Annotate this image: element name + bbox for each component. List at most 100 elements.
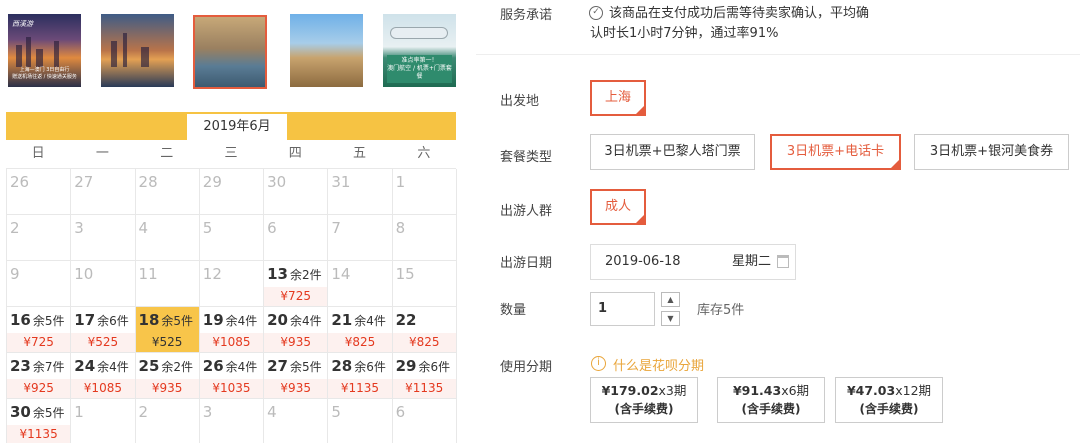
date-picker-field[interactable]: 2019-06-18 星期二 <box>590 244 796 280</box>
calendar-day-selected[interactable]: 18 余5件 ¥525 <box>135 307 200 353</box>
thumbnail-2[interactable] <box>101 14 174 87</box>
day-number: 29 <box>202 173 222 191</box>
calendar-day: 2 <box>136 399 200 443</box>
quantity-input[interactable]: 1 <box>590 292 655 326</box>
thumbnail-brand: 西溪游 <box>12 20 33 28</box>
info-circle-icon: i <box>591 356 606 371</box>
quantity-decrement-button[interactable]: ▼ <box>661 311 680 326</box>
calendar-day[interactable]: 26 余4件 ¥1035 <box>199 353 265 399</box>
day-price: ¥1035 <box>199 379 264 398</box>
thumbnail-promo: 准点率第一！ <box>401 57 438 64</box>
calendar-day[interactable]: 25 余2件 ¥935 <box>135 353 200 399</box>
calendar-day: 11 <box>135 261 200 307</box>
installment-plan-6[interactable]: ¥91.43x6期 (含手续费) <box>717 377 825 423</box>
calendar-day[interactable]: 16 余5件 ¥725 <box>7 307 72 353</box>
date-label: 出游日期 <box>500 256 553 271</box>
day-number: 6 <box>267 219 277 237</box>
calendar-day[interactable]: 17 余6件 ¥525 <box>71 307 136 353</box>
day-price: ¥1085 <box>71 379 135 398</box>
calendar-day[interactable]: 22 ¥825 <box>392 307 457 353</box>
day-number: 2 <box>138 403 149 421</box>
day-price: ¥725 <box>7 333 71 352</box>
calendar-day[interactable]: 27 余5件 ¥935 <box>264 353 329 399</box>
day-number: 27 <box>74 173 94 191</box>
calendar-day[interactable]: 19 余4件 ¥1085 <box>199 307 265 353</box>
calendar-day[interactable]: 30 余5件 ¥1135 <box>7 399 72 443</box>
thumbnail-promo-2: 澳门航空 / 机票+门票套餐 <box>387 65 452 80</box>
calendar-day[interactable]: 29 余6件 ¥1135 <box>392 353 457 399</box>
package-option-3[interactable]: 3日机票+银河美食券 <box>914 134 1069 170</box>
calendar-day[interactable]: 21 余4件 ¥825 <box>328 307 393 353</box>
calendar-day: 10 <box>71 261 136 307</box>
day-price: ¥825 <box>392 333 456 352</box>
calendar-day[interactable]: 24 余4件 ¥1085 <box>71 353 136 399</box>
departure-label: 出发地 <box>500 94 540 109</box>
installment-plan-3[interactable]: ¥179.02x3期 (含手续费) <box>590 377 698 423</box>
quantity-increment-button[interactable]: ▲ <box>661 292 680 307</box>
date-value: 2019-06-18 <box>605 254 681 269</box>
check-circle-icon: ✓ <box>589 6 603 20</box>
day-number: 28 <box>331 357 353 375</box>
day-price: ¥935 <box>264 379 328 398</box>
day-price: ¥935 <box>264 333 328 352</box>
day-stock: 余4件 <box>225 314 258 328</box>
day-number: 2 <box>10 219 20 237</box>
traveler-option-adult[interactable]: 成人 ✓ <box>590 189 646 225</box>
day-number: 21 <box>331 311 353 329</box>
installment-plan-12[interactable]: ¥47.03x12期 (含手续费) <box>835 377 943 423</box>
day-price: ¥1135 <box>7 425 71 443</box>
calendar-day: 5 <box>328 399 393 443</box>
calendar-day: 26 <box>7 169 72 215</box>
calendar-icon[interactable] <box>777 255 789 268</box>
day-number: 30 <box>10 403 31 421</box>
thumbnail-strip: 西溪游 上海—澳门 3日自由行 赠送机场往返 / 快速通关服务 准点率第一！ 澳… <box>8 14 456 90</box>
thumbnail-caption-2: 赠送机场往返 / 快速通关服务 <box>12 74 77 80</box>
weekday-header: 日一二三四五六 <box>6 140 456 168</box>
day-stock: 余4件 <box>289 314 322 328</box>
installment-help-link[interactable]: 什么是花呗分期 <box>613 355 704 374</box>
day-number: 25 <box>138 357 160 375</box>
thumbnail-4[interactable] <box>290 14 363 87</box>
day-stock: 余2件 <box>289 268 322 282</box>
thumbnail-1[interactable]: 西溪游 上海—澳门 3日自由行 赠送机场往返 / 快速通关服务 <box>8 14 81 87</box>
calendar-day: 7 <box>328 215 393 261</box>
day-stock: 余5件 <box>161 314 194 328</box>
day-number: 3 <box>202 403 213 421</box>
calendar-day[interactable]: 20 余4件 ¥935 <box>264 307 329 353</box>
day-number: 16 <box>10 311 31 329</box>
calendar-day[interactable]: 28 余6件 ¥1135 <box>328 353 393 399</box>
day-stock: 余6件 <box>354 360 386 374</box>
weekday-label: 六 <box>417 146 431 161</box>
departure-option-shanghai[interactable]: 上海 ✓ <box>590 80 646 116</box>
day-price: ¥935 <box>135 379 199 398</box>
calendar-day: 1 <box>71 399 136 443</box>
calendar-day: 6 <box>393 399 457 443</box>
day-number: 22 <box>395 311 417 329</box>
calendar-day: 9 <box>7 261 72 307</box>
calendar-day[interactable]: 13 余2件 ¥725 <box>264 261 329 307</box>
calendar-day: 4 <box>135 215 200 261</box>
day-number: 19 <box>202 311 224 329</box>
day-number: 10 <box>74 265 94 283</box>
calendar-day: 2 <box>7 215 72 261</box>
thumbnail-5[interactable]: 准点率第一！ 澳门航空 / 机票+门票套餐 <box>383 14 456 87</box>
day-price: ¥1135 <box>328 379 392 398</box>
calendar-day: 30 <box>264 169 329 215</box>
calendar-grid: 26 27 28 29 30 31 1 2 3 4 5 6 7 8 9 10 11 12 13 余2件 ¥725 14 15… <box>6 168 457 443</box>
calendar-day: 27 <box>71 169 136 215</box>
weekday-label: 四 <box>288 146 302 161</box>
weekday-label: 一 <box>95 146 109 161</box>
day-number: 29 <box>395 357 417 375</box>
package-label: 套餐类型 <box>500 150 553 165</box>
calendar-header-bar: 2019年6月 <box>6 112 456 140</box>
thumbnail-3-selected[interactable] <box>193 15 267 89</box>
package-option-1[interactable]: 3日机票+巴黎人塔门票 <box>590 134 755 170</box>
quantity-label: 数量 <box>500 303 527 318</box>
calendar-day[interactable]: 23 余7件 ¥925 <box>7 353 72 399</box>
calendar-day: 31 <box>328 169 393 215</box>
calendar-day: 4 <box>264 399 329 443</box>
package-option-2-selected[interactable]: 3日机票+电话卡 ✓ <box>770 134 901 170</box>
day-number: 24 <box>74 357 96 375</box>
day-number: 1 <box>395 173 406 191</box>
calendar-day: 3 <box>71 215 136 261</box>
